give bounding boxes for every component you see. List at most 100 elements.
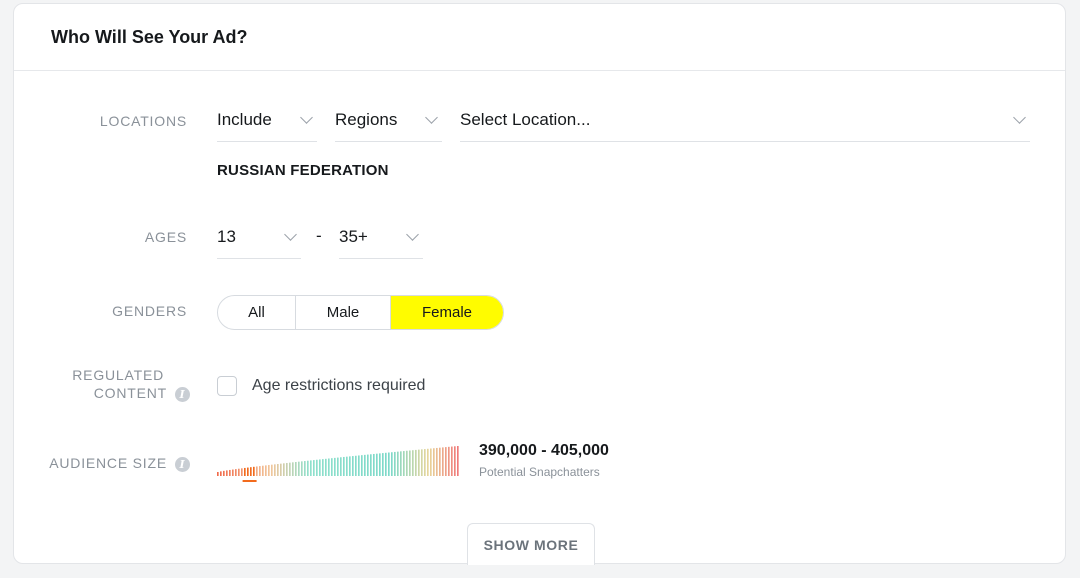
- audience-meter-bar: [328, 458, 330, 476]
- audience-meter-bar: [247, 467, 249, 476]
- location-type-select[interactable]: Regions: [335, 98, 442, 142]
- audience-estimate: 390,000 - 405,000 Potential Snapchatters: [479, 442, 609, 479]
- gender-all-button[interactable]: All: [218, 296, 296, 329]
- audience-meter-bar: [343, 456, 345, 476]
- gender-female-button[interactable]: Female: [391, 296, 503, 329]
- audience-meter-bar: [235, 469, 237, 476]
- audience-meter-bar: [409, 450, 411, 476]
- card-title: Who Will See Your Ad?: [51, 26, 248, 47]
- audience-meter-bar: [454, 446, 456, 476]
- age-min-value: 13: [217, 226, 236, 246]
- selected-location: RUSSIAN FEDERATION: [217, 162, 389, 179]
- audience-meter-bar: [220, 471, 222, 476]
- audience-meter-bar: [427, 448, 429, 476]
- audience-meter-bar: [391, 452, 393, 476]
- age-restriction-checkbox[interactable]: [217, 376, 237, 396]
- show-more-button[interactable]: SHOW MORE: [467, 523, 595, 565]
- audience-meter-bar: [292, 462, 294, 476]
- audience-meter-bar: [340, 457, 342, 476]
- audience-meter-bar: [229, 469, 231, 476]
- info-icon[interactable]: i: [175, 456, 190, 472]
- audience-meter-bar: [430, 448, 432, 476]
- chevron-down-icon: [1013, 110, 1026, 124]
- audience-meter-bar: [373, 453, 375, 476]
- chevron-down-icon: [300, 110, 313, 124]
- audience-meter-bar: [244, 467, 246, 476]
- audience-meter-bar: [241, 468, 243, 476]
- audience-meter-bar: [412, 450, 414, 476]
- audience-meter-bar: [223, 470, 225, 476]
- audience-meter-bar: [268, 465, 270, 476]
- chevron-down-icon: [406, 227, 419, 241]
- age-max-value: 35+: [339, 226, 368, 246]
- audience-meter-bar: [388, 452, 390, 476]
- audience-meter-bar: [421, 449, 423, 476]
- audience-meter-bar: [262, 465, 264, 476]
- audience-meter-bar: [442, 447, 444, 476]
- audience-meter-bar: [367, 454, 369, 476]
- location-mode-select[interactable]: Include: [217, 98, 317, 142]
- ages-label: AGES: [144, 229, 187, 245]
- regulated-label-line1: REGULATED: [72, 367, 164, 383]
- audience-meter-bar: [277, 464, 279, 476]
- audience-meter-bar: [361, 455, 363, 476]
- audience-meter-bar: [433, 448, 435, 476]
- audience-meter-bar: [415, 449, 417, 476]
- audience-meter-bar: [298, 461, 300, 476]
- age-max-select[interactable]: 35+: [339, 215, 423, 259]
- audience-meter-bar: [226, 470, 228, 476]
- audience-meter-bar: [370, 454, 372, 476]
- info-icon[interactable]: i: [175, 386, 190, 402]
- audience-meter-bar: [364, 454, 366, 476]
- audience-meter-bar: [397, 451, 399, 476]
- audience-meter-marker: [242, 480, 257, 482]
- audience-meter-bar: [418, 449, 420, 476]
- audience-meter-bar: [400, 451, 402, 476]
- location-search-select[interactable]: Select Location...: [460, 98, 1030, 142]
- audience-meter-bar: [256, 466, 258, 476]
- audience-meter-bar: [403, 451, 405, 476]
- audience-meter-bar: [331, 458, 333, 476]
- audience-meter-bar: [352, 456, 354, 476]
- audience-meter-bar: [274, 464, 276, 476]
- regulated-label-line2: CONTENT: [93, 385, 167, 401]
- age-min-select[interactable]: 13: [217, 215, 301, 259]
- audience-meter-bar: [325, 458, 327, 476]
- audience-meter-bar: [307, 460, 309, 476]
- audience-meter-bar: [232, 469, 234, 476]
- audience-meter-bar: [337, 457, 339, 476]
- audience-meter-bar: [355, 455, 357, 476]
- audience-meter-bar: [439, 447, 441, 476]
- audience-meter-bar: [334, 457, 336, 476]
- audience-meter-bar: [250, 467, 252, 476]
- age-restriction-row: Age restrictions required: [217, 376, 425, 396]
- audience-meter-bar: [280, 463, 282, 476]
- audience-meter-bar: [283, 463, 285, 476]
- audience-card: Who Will See Your Ad? LOCATIONS Include …: [13, 3, 1066, 565]
- audience-meter-bar: [385, 452, 387, 476]
- audience-meter-bar: [406, 450, 408, 476]
- audience-meter-bar: [271, 464, 273, 476]
- location-type-value: Regions: [335, 109, 398, 129]
- location-search-placeholder: Select Location...: [460, 109, 591, 129]
- audience-meter-bar: [448, 446, 450, 476]
- audience-size-label: AUDIENCE SIZE i: [49, 454, 190, 472]
- audience-meter-bar: [322, 459, 324, 476]
- gender-male-button[interactable]: Male: [296, 296, 391, 329]
- location-mode-value: Include: [217, 109, 272, 129]
- audience-meter-bar: [289, 462, 291, 476]
- chevron-down-icon: [284, 227, 297, 241]
- audience-caption: Potential Snapchatters: [479, 465, 600, 479]
- genders-label: GENDERS: [112, 303, 187, 319]
- audience-meter-bar: [445, 447, 447, 476]
- regulated-content-label: REGULATED CONTENT i: [72, 366, 190, 402]
- audience-meter-bar: [424, 449, 426, 476]
- age-restriction-label: Age restrictions required: [252, 377, 426, 394]
- audience-meter-bar: [286, 462, 288, 476]
- audience-meter-bar: [379, 453, 381, 476]
- audience-meter-bar: [319, 459, 321, 476]
- audience-meter-bar: [358, 455, 360, 476]
- audience-meter-bar: [310, 460, 312, 476]
- chevron-down-icon: [425, 110, 438, 124]
- audience-meter-bar: [349, 456, 351, 476]
